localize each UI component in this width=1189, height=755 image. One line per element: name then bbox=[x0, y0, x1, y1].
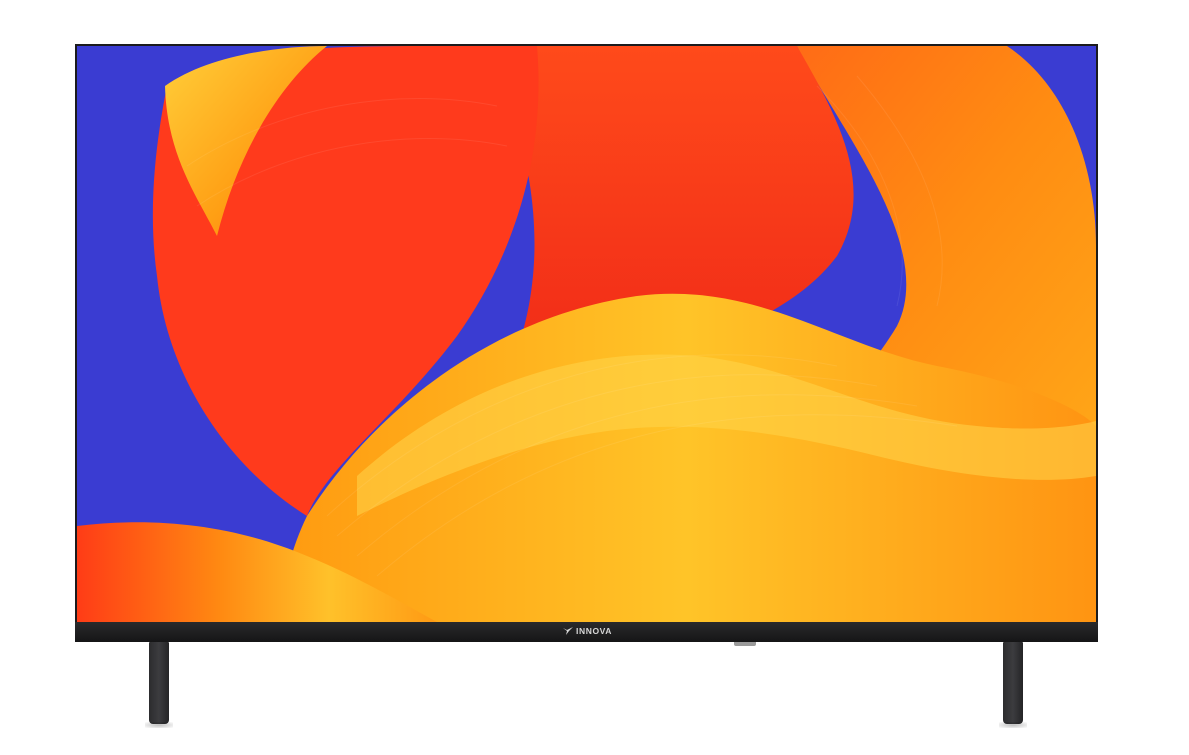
tv-leg-right bbox=[1003, 642, 1023, 724]
ir-sensor bbox=[734, 642, 756, 646]
brand-logo: INNOVA bbox=[563, 624, 612, 638]
product-photo: INNOVA bbox=[0, 0, 1189, 755]
abstract-wallpaper bbox=[77, 46, 1096, 622]
tv-leg-left bbox=[149, 642, 169, 724]
leg-shadow-right bbox=[999, 722, 1027, 728]
leg-shadow-left bbox=[145, 722, 173, 728]
bird-logo-icon bbox=[563, 627, 573, 635]
tv-screen bbox=[77, 46, 1096, 622]
brand-logo-text: INNOVA bbox=[576, 626, 613, 636]
